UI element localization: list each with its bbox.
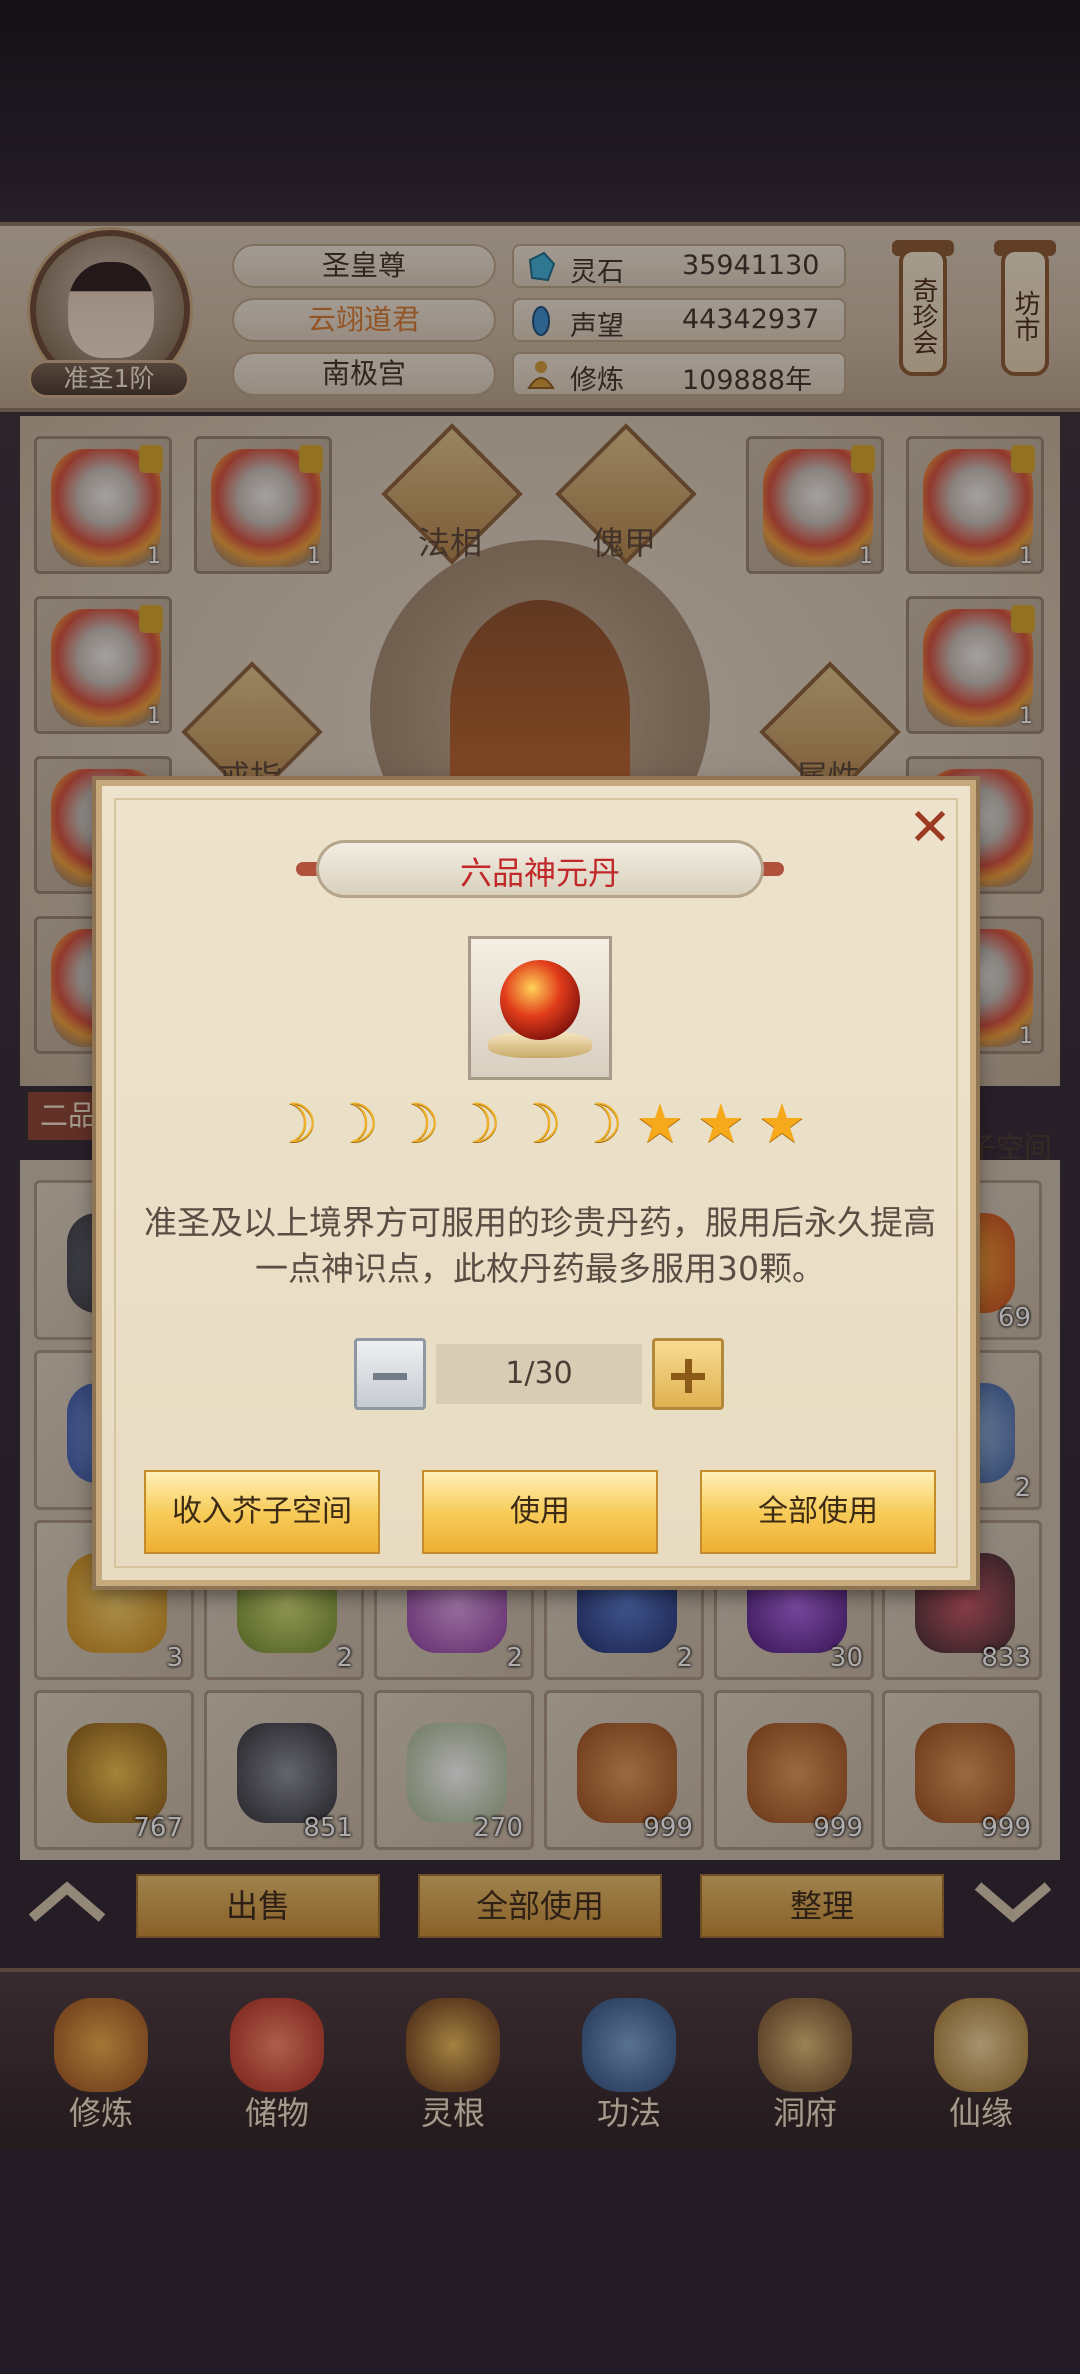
increase-quantity-button[interactable] <box>652 1338 724 1410</box>
moon-icon: ☽ <box>330 1092 380 1155</box>
item-detail-dialog <box>96 780 976 1586</box>
moon-icon: ☽ <box>513 1092 563 1155</box>
item-title: 六品神元丹 <box>459 854 620 892</box>
moon-icon: ☽ <box>574 1092 624 1155</box>
star-icon: ★ <box>757 1092 807 1155</box>
game-screen: 准圣1阶 圣皇尊 云翊道君 南极宫 灵石 35941130 声望 4434293… <box>0 0 1080 2374</box>
moon-icon: ☽ <box>269 1092 319 1155</box>
elixir-orb-icon <box>500 960 580 1040</box>
item-rating: ☽ ☽ ☽ ☽ ☽ ☽ ★ ★ ★ <box>266 1096 814 1156</box>
item-description: 准圣及以上境界方可服用的珍贵丹药，服用后永久提高一点神识点，此枚丹药最多服用30… <box>144 1203 936 1288</box>
moon-icon: ☽ <box>452 1092 502 1155</box>
store-to-mustard-space-button[interactable]: 收入芥子空间 <box>144 1470 380 1554</box>
moon-icon: ☽ <box>391 1092 441 1155</box>
use-all-button[interactable]: 全部使用 <box>700 1470 936 1554</box>
decrease-quantity-button[interactable] <box>354 1338 426 1410</box>
dialog-border <box>114 798 958 1568</box>
star-icon: ★ <box>635 1092 685 1155</box>
use-button[interactable]: 使用 <box>422 1470 658 1554</box>
plus-icon <box>685 1359 692 1393</box>
star-icon: ★ <box>696 1092 746 1155</box>
close-icon[interactable]: ✕ <box>904 802 956 856</box>
quantity-value: 1/30 <box>436 1344 642 1404</box>
minus-icon <box>373 1373 407 1380</box>
